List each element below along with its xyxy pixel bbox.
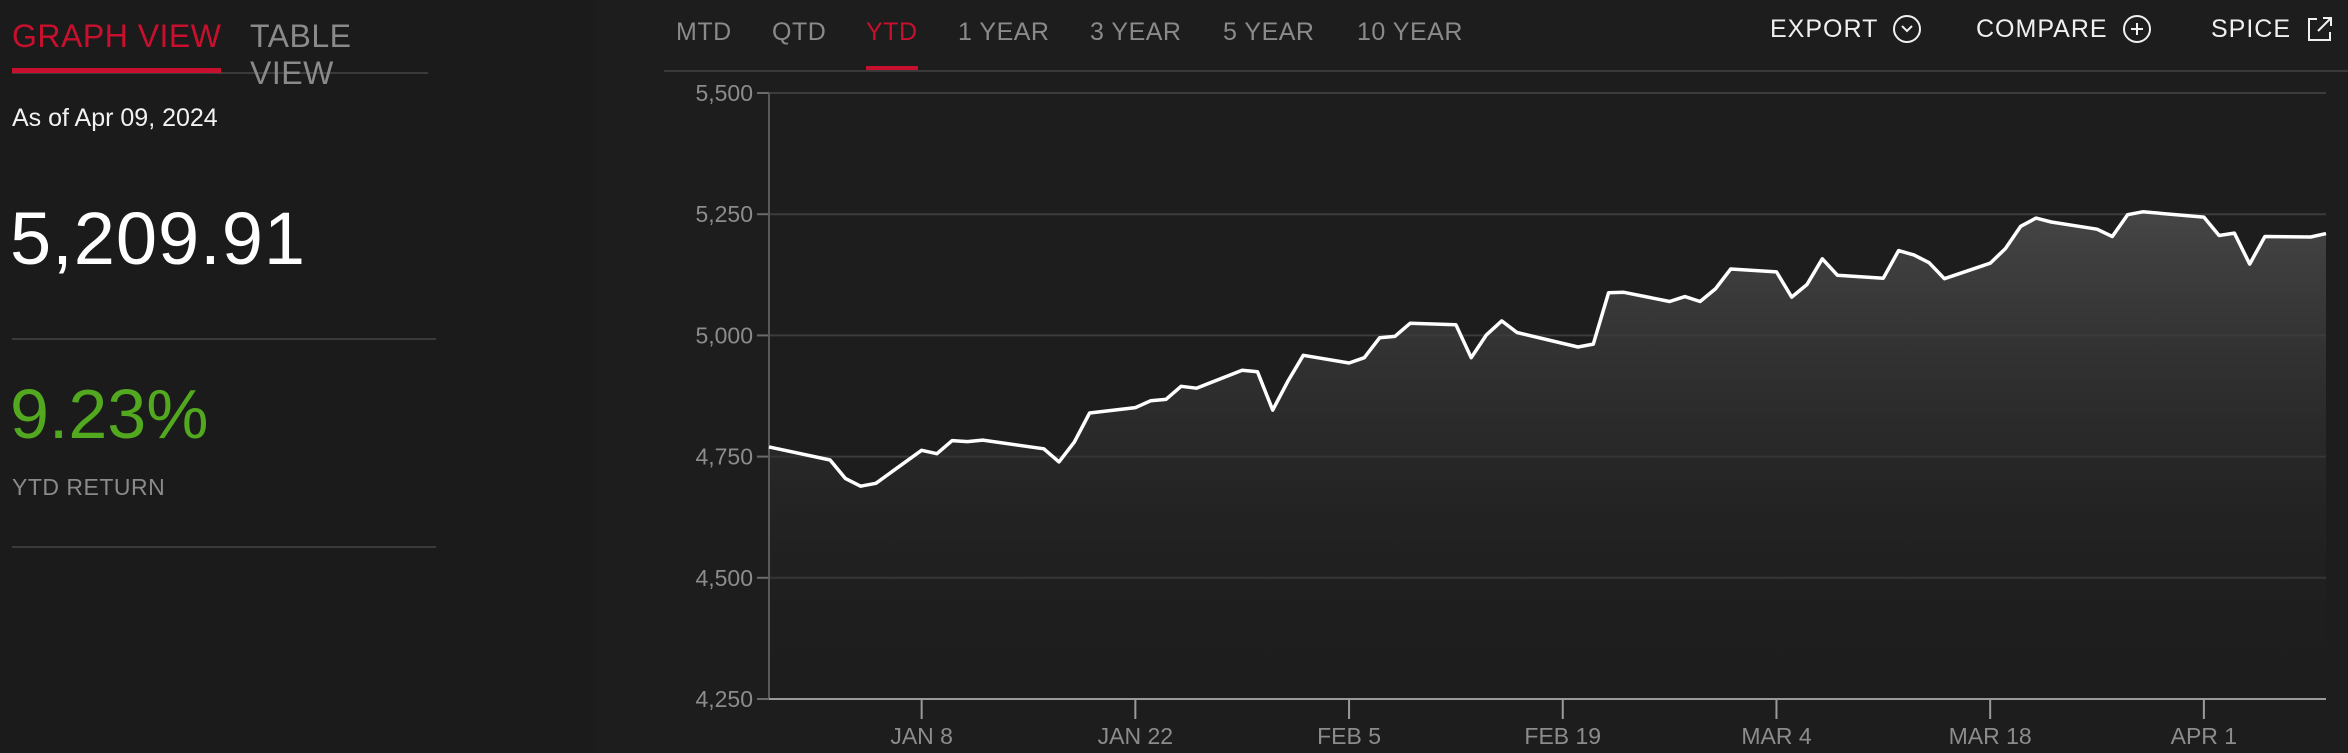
period-1-year[interactable]: 1 YEAR [958, 18, 1049, 47]
period-bar: MTD QTD YTD 1 YEAR 3 YEAR 5 YEAR 10 YEAR… [664, 0, 2348, 72]
period-3-year[interactable]: 3 YEAR [1090, 18, 1181, 47]
compare-button[interactable]: COMPARE [1976, 12, 2152, 46]
period-qtd[interactable]: QTD [772, 18, 826, 47]
y-tick-label: 5,500 [695, 80, 753, 106]
spice-link[interactable]: SPICE [2211, 12, 2335, 46]
x-tick-label: MAR 18 [1949, 723, 2032, 749]
export-label: EXPORT [1770, 14, 1879, 43]
compare-label: COMPARE [1976, 14, 2108, 43]
ytd-chart[interactable]: 4,250 4,500 4,750 5,000 5,250 5,500 JAN 8 JAN 2… [664, 72, 2348, 753]
x-tick-label: FEB 5 [1317, 723, 1381, 749]
period-10-year[interactable]: 10 YEAR [1357, 18, 1463, 47]
plus-circle-icon [2122, 15, 2151, 43]
as-of-date: As of Apr 09, 2024 [12, 104, 218, 132]
x-tick-label: FEB 19 [1524, 723, 1601, 749]
view-tabs: GRAPH VIEW TABLE VIEW [12, 10, 428, 91]
summary-panel: GRAPH VIEW TABLE VIEW As of Apr 09, 2024… [0, 0, 596, 753]
tab-table-view[interactable]: TABLE VIEW [250, 18, 428, 92]
chevron-down-circle-icon [1893, 15, 1922, 43]
series-area [769, 211, 2326, 700]
y-tick-label: 5,000 [695, 322, 753, 348]
x-tick-label: JAN 22 [1098, 723, 1173, 749]
x-tick-label: MAR 4 [1741, 723, 1812, 749]
x-tick-label: APR 1 [2171, 723, 2237, 749]
period-5-year[interactable]: 5 YEAR [1223, 18, 1314, 47]
return-value: 9.23% [10, 375, 209, 453]
period-ytd[interactable]: YTD [866, 18, 918, 70]
spice-label: SPICE [2211, 14, 2292, 43]
y-tick-label: 5,250 [695, 201, 753, 227]
page-root: GRAPH VIEW TABLE VIEW As of Apr 09, 2024… [0, 0, 2348, 753]
export-button[interactable]: EXPORT [1770, 12, 1922, 46]
return-label: YTD RETURN [12, 474, 166, 500]
y-tick-label: 4,500 [695, 565, 753, 591]
y-tick-label: 4,750 [695, 444, 753, 470]
x-tick-label: JAN 8 [890, 723, 953, 749]
tab-graph-view[interactable]: GRAPH VIEW [12, 18, 222, 73]
index-value: 5,209.91 [10, 197, 307, 280]
period-mtd[interactable]: MTD [676, 18, 732, 47]
y-tick-label: 4,250 [695, 686, 753, 712]
divider [12, 546, 436, 548]
external-link-icon [2308, 17, 2333, 41]
divider [12, 338, 436, 340]
